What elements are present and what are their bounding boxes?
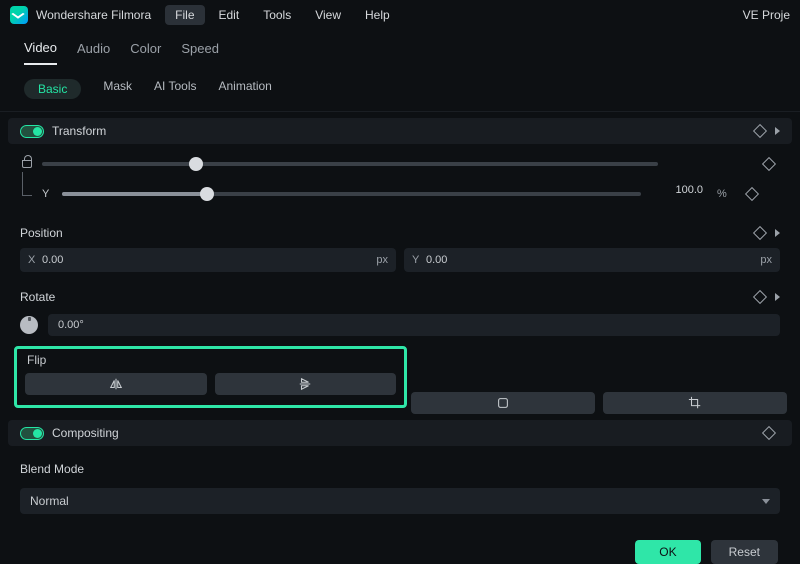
footer-buttons: OK Reset — [8, 520, 792, 564]
position-x-input[interactable]: X 0.00 px — [20, 248, 396, 272]
tab-audio[interactable]: Audio — [77, 41, 110, 64]
flip-vertical-icon — [298, 377, 312, 391]
app-title: Wondershare Filmora — [36, 8, 151, 22]
blend-mode-select[interactable]: Normal — [20, 488, 780, 514]
scale-x-value[interactable] — [666, 154, 726, 174]
tab-video[interactable]: Video — [24, 40, 57, 65]
square-icon — [496, 396, 510, 410]
tab-color[interactable]: Color — [130, 41, 161, 64]
reset-button[interactable]: Reset — [711, 540, 778, 564]
tab-speed[interactable]: Speed — [181, 41, 219, 64]
scale-y-label: Y — [42, 188, 54, 200]
menu-edit[interactable]: Edit — [209, 5, 250, 25]
position-inputs: X 0.00 px Y 0.00 px — [8, 246, 792, 274]
lock-icon[interactable] — [22, 160, 32, 168]
flip-horizontal-button[interactable] — [25, 373, 207, 395]
subtab-animation[interactable]: Animation — [218, 79, 271, 99]
rotate-header: Rotate — [8, 280, 792, 310]
flip-area: Flip — [8, 340, 792, 414]
sub-tabs: Basic Mask AI Tools Animation — [0, 69, 800, 112]
position-title: Position — [20, 226, 63, 240]
transform-toggle[interactable] — [20, 125, 44, 138]
subtab-basic[interactable]: Basic — [24, 79, 81, 99]
link-branch-icon — [22, 172, 32, 196]
title-bar: Wondershare Filmora File Edit Tools View… — [0, 0, 800, 30]
flip-title: Flip — [25, 353, 396, 373]
position-header: Position — [8, 216, 792, 246]
subtab-mask[interactable]: Mask — [103, 79, 132, 99]
expand-icon[interactable] — [775, 229, 780, 237]
scale-y-slider[interactable] — [62, 192, 641, 196]
blend-mode-value: Normal — [30, 494, 69, 508]
menu-help[interactable]: Help — [355, 5, 400, 25]
crop-button[interactable] — [603, 392, 787, 414]
keyframe-icon[interactable] — [745, 187, 759, 201]
rotate-dial[interactable] — [20, 316, 38, 334]
menu-view[interactable]: View — [305, 5, 351, 25]
menu-file[interactable]: File — [165, 5, 204, 25]
keyframe-icon[interactable] — [762, 426, 776, 440]
menu-tools[interactable]: Tools — [253, 5, 301, 25]
rotate-row: 0.00° — [8, 310, 792, 340]
keyframe-icon[interactable] — [762, 157, 776, 171]
keyframe-icon[interactable] — [753, 124, 767, 138]
blend-header: Blend Mode — [8, 452, 792, 482]
scale-y-unit: % — [717, 188, 733, 200]
flip-highlight: Flip — [14, 346, 407, 408]
rotate-input[interactable]: 0.00° — [48, 314, 780, 336]
scale-y-value[interactable]: 100.0 — [649, 184, 709, 204]
properties-panel: Transform Y 100.0 % Position X 0 — [0, 118, 800, 564]
chevron-down-icon — [762, 499, 770, 504]
fit-button[interactable] — [411, 392, 595, 414]
flip-horizontal-icon — [109, 377, 123, 391]
primary-tabs: Video Audio Color Speed — [0, 30, 800, 69]
scale-x-slider[interactable] — [189, 157, 203, 171]
compositing-toggle[interactable] — [20, 427, 44, 440]
compositing-header[interactable]: Compositing — [8, 420, 792, 446]
position-y-input[interactable]: Y 0.00 px — [404, 248, 780, 272]
crop-icon — [688, 396, 702, 410]
keyframe-icon[interactable] — [753, 226, 767, 240]
flip-vertical-button[interactable] — [215, 373, 397, 395]
expand-icon[interactable] — [775, 127, 780, 135]
blend-title: Blend Mode — [20, 462, 84, 476]
keyframe-icon[interactable] — [753, 290, 767, 304]
transform-title: Transform — [52, 124, 106, 138]
scale-x-row — [8, 144, 792, 178]
expand-icon[interactable] — [775, 293, 780, 301]
rotate-title: Rotate — [20, 290, 55, 304]
scale-y-row: Y 100.0 % — [8, 178, 792, 210]
main-menu: File Edit Tools View Help — [165, 5, 400, 25]
project-name: VE Proje — [743, 8, 790, 22]
app-logo-icon — [10, 6, 28, 24]
subtab-aitools[interactable]: AI Tools — [154, 79, 196, 99]
compositing-title: Compositing — [52, 426, 119, 440]
transform-header[interactable]: Transform — [8, 118, 792, 144]
ok-button[interactable]: OK — [635, 540, 700, 564]
